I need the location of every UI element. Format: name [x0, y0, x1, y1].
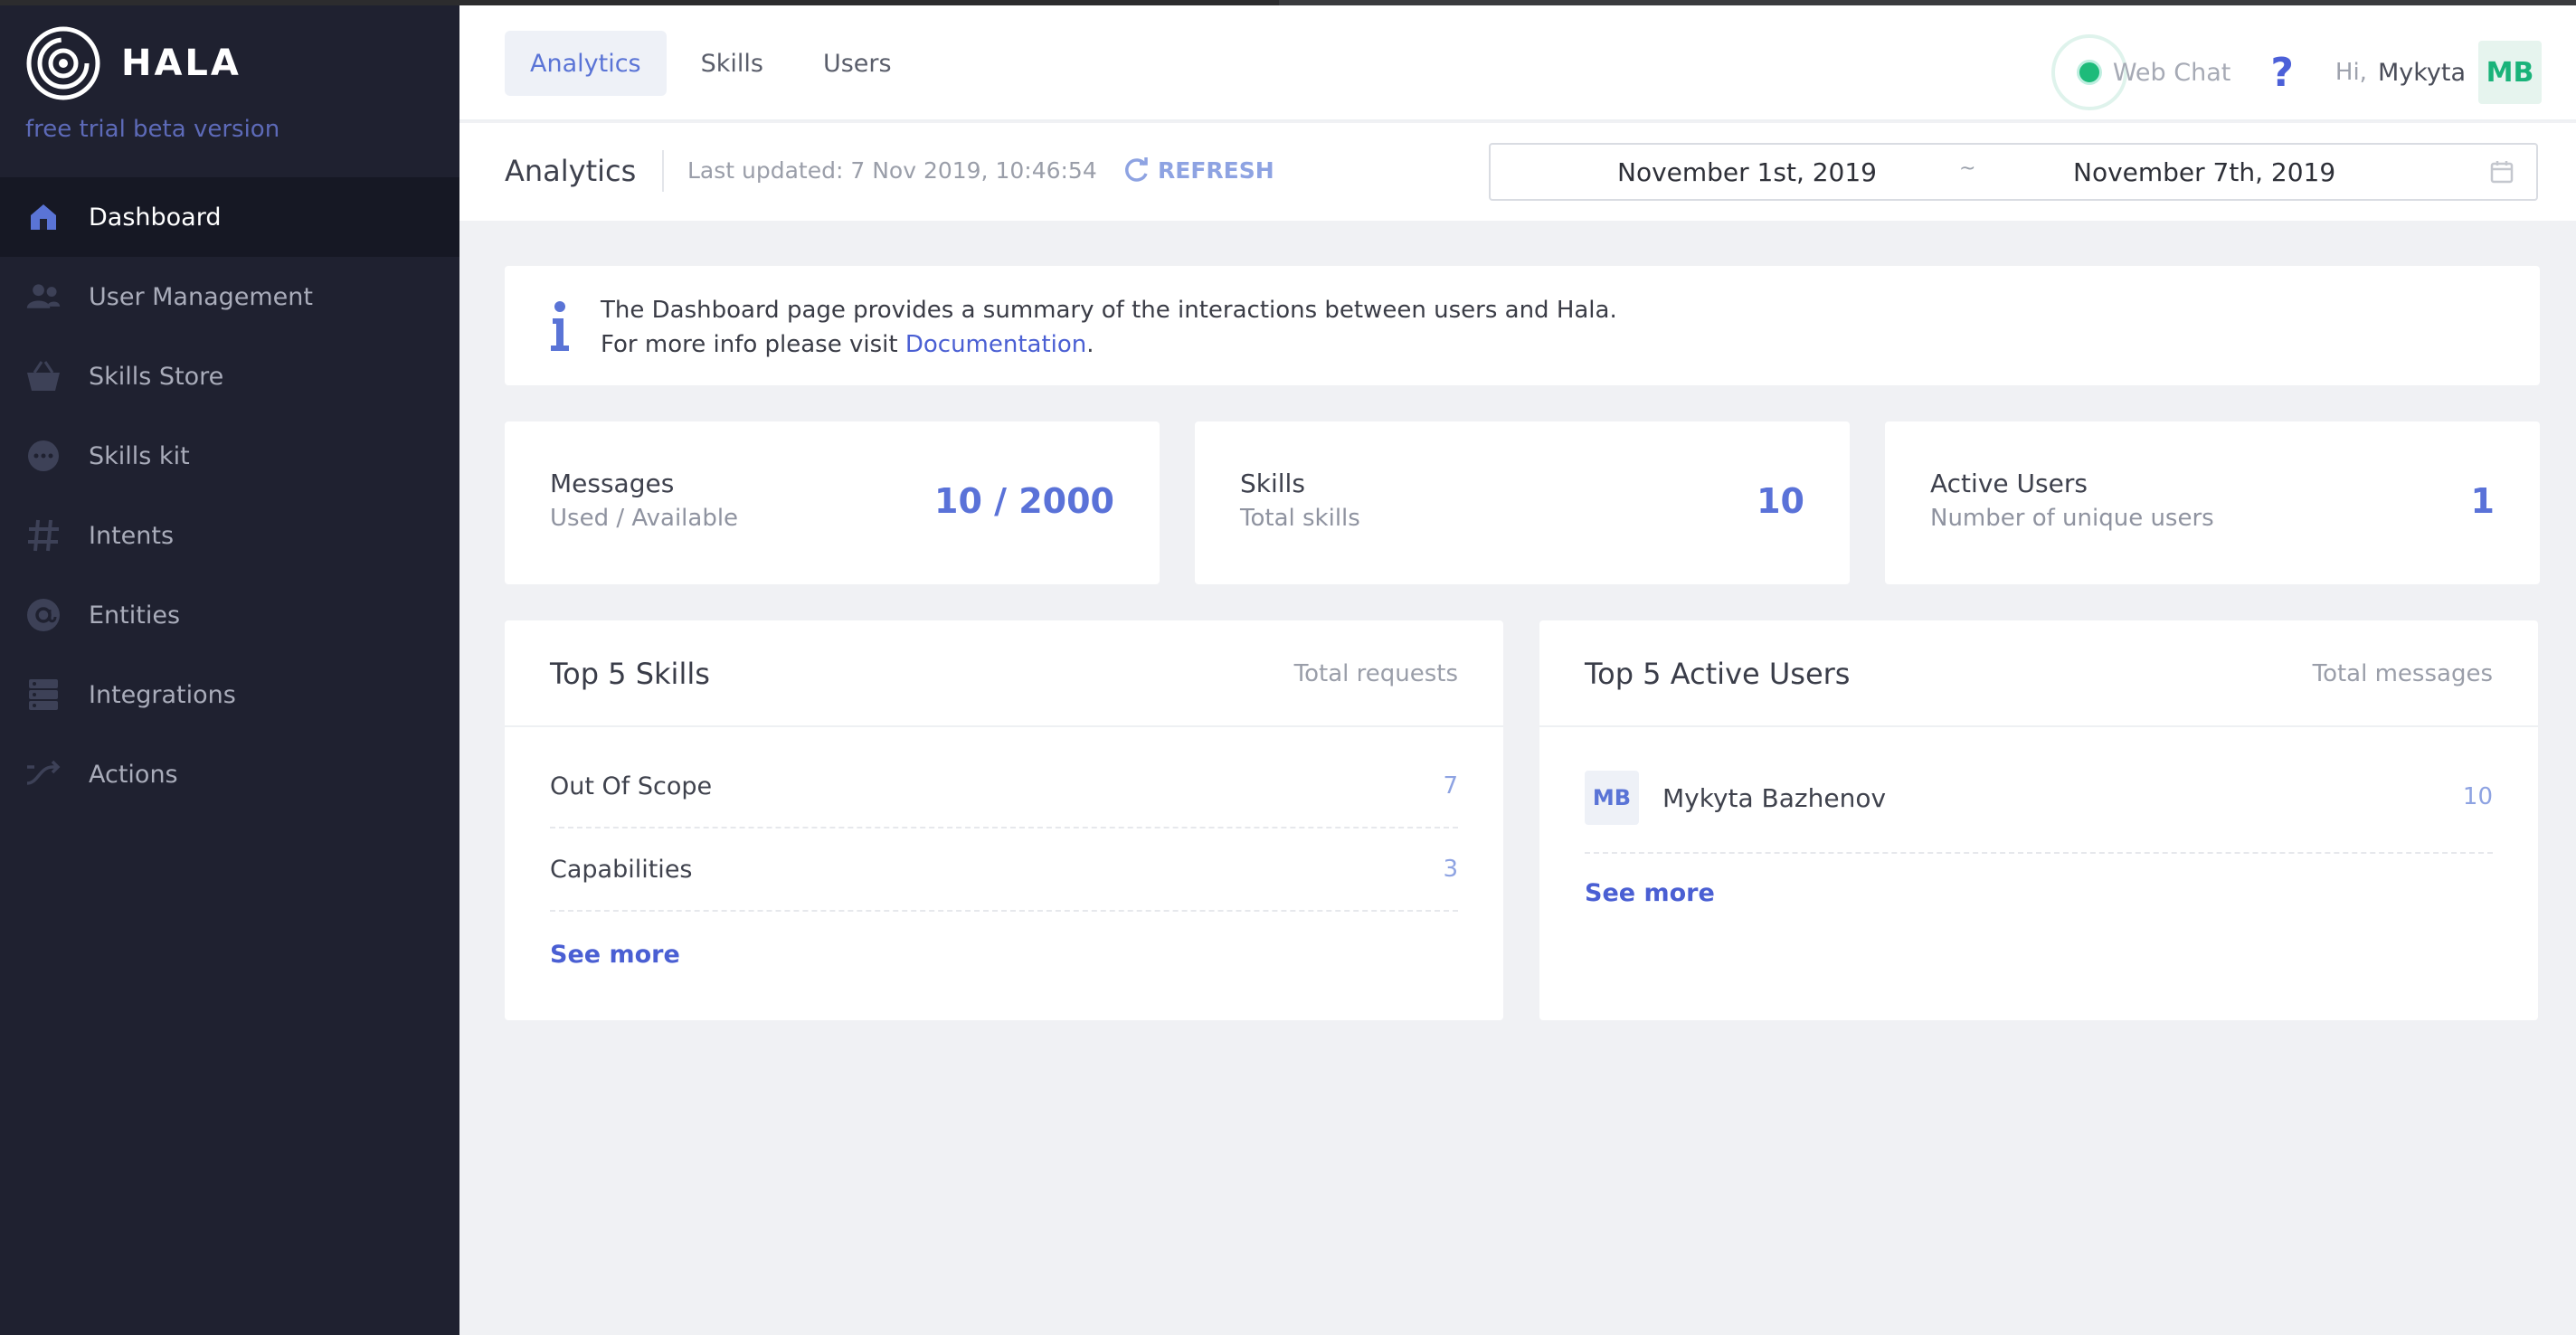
documentation-link[interactable]: Documentation [905, 331, 1086, 358]
stat-title: Active Users [1930, 469, 2088, 498]
chat-bubble-icon [25, 438, 62, 474]
date-end[interactable]: November 7th, 2019 [2073, 157, 2335, 187]
top-users-panel: Top 5 Active Users Total messages MB Myk… [1539, 620, 2538, 1020]
avatar[interactable]: MB [2478, 41, 2542, 104]
stat-value: 10 [1757, 481, 1804, 521]
info-banner: The Dashboard page provides a summary of… [505, 266, 2540, 385]
stat-title: Messages [550, 469, 675, 498]
stat-card-active-users: Active Users Number of unique users 1 [1885, 421, 2540, 584]
list-item[interactable]: MB Mykyta Bazhenov 10 [1585, 771, 2493, 854]
sidebar-item-label: Skills Store [89, 362, 224, 391]
stat-subtitle: Used / Available [550, 505, 739, 532]
sidebar-nav: Dashboard User Management Skills Store S… [0, 177, 459, 814]
user-message-count: 10 [2462, 783, 2493, 810]
sidebar-item-label: Dashboard [89, 203, 222, 232]
see-more-users-link[interactable]: See more [1585, 879, 1715, 907]
skill-count: 3 [1443, 856, 1458, 883]
refresh-icon [1125, 157, 1148, 182]
panel-title: Top 5 Active Users [1585, 657, 1851, 691]
sidebar: HALA free trial beta version Dashboard U… [0, 5, 459, 1335]
home-icon [25, 199, 62, 235]
basket-icon [25, 358, 62, 394]
tab-users[interactable]: Users [798, 31, 917, 96]
date-separator: ~ [1959, 157, 1976, 180]
date-start[interactable]: November 1st, 2019 [1617, 157, 1877, 187]
tab-analytics[interactable]: Analytics [505, 31, 667, 96]
info-line-1: The Dashboard page provides a summary of… [601, 297, 1617, 324]
skill-count: 7 [1443, 772, 1458, 800]
tab-skills[interactable]: Skills [676, 31, 789, 96]
list-item[interactable]: Out Of Scope 7 [550, 745, 1458, 828]
list-item[interactable]: Capabilities 3 [550, 828, 1458, 912]
page-title: Analytics [505, 154, 637, 188]
greeting: Hi, [2334, 59, 2367, 86]
info-line-2-suffix: . [1086, 331, 1094, 358]
skill-name: Capabilities [550, 856, 693, 884]
stat-card-messages: Messages Used / Available 10 / 2000 [505, 421, 1160, 584]
brand-subtitle: free trial beta version [25, 116, 280, 143]
sidebar-item-dashboard[interactable]: Dashboard [0, 177, 459, 257]
hash-icon [25, 517, 62, 554]
info-line-2-prefix: For more info please visit [601, 331, 905, 358]
panel-header: Top 5 Skills Total requests [505, 620, 1503, 727]
username[interactable]: Mykyta [2378, 59, 2466, 87]
sidebar-item-actions[interactable]: Actions [0, 734, 459, 814]
stat-value: 1 [2470, 481, 2495, 521]
refresh-label: REFRESH [1158, 156, 1274, 184]
top-header: Analytics Skills Users Web Chat ? Hi, My… [459, 5, 2576, 121]
server-icon [25, 677, 62, 713]
sidebar-item-user-management[interactable]: User Management [0, 257, 459, 336]
analytics-toolbar: Analytics Last updated: 7 Nov 2019, 10:4… [459, 123, 2576, 221]
user-name: Mykyta Bazhenov [1662, 783, 1887, 813]
stat-subtitle: Total skills [1240, 505, 1360, 532]
divider [662, 150, 664, 192]
brand[interactable]: HALA [25, 25, 242, 101]
sidebar-item-entities[interactable]: Entities [0, 575, 459, 655]
at-icon [25, 597, 62, 633]
sidebar-item-label: Actions [89, 760, 178, 789]
see-more-skills-link[interactable]: See more [550, 941, 680, 969]
tab-bar: Analytics Skills Users [505, 31, 926, 96]
stat-value: 10 / 2000 [934, 481, 1114, 521]
info-line-2: For more info please visit Documentation… [601, 327, 1617, 362]
sidebar-item-label: Intents [89, 521, 175, 550]
sidebar-item-intents[interactable]: Intents [0, 496, 459, 575]
info-text: The Dashboard page provides a summary of… [601, 293, 1617, 362]
sidebar-item-skills-kit[interactable]: Skills kit [0, 416, 459, 496]
refresh-button[interactable]: REFRESH [1122, 156, 1274, 185]
sidebar-item-label: Entities [89, 601, 181, 630]
info-icon [551, 301, 569, 351]
skill-name: Out Of Scope [550, 772, 713, 800]
sidebar-item-label: Skills kit [89, 441, 190, 470]
sidebar-item-label: Integrations [89, 680, 236, 709]
stat-title: Skills [1240, 469, 1305, 498]
stat-card-skills: Skills Total skills 10 [1195, 421, 1850, 584]
sidebar-item-label: User Management [89, 282, 313, 311]
date-range-picker[interactable]: November 1st, 2019 ~ November 7th, 2019 [1489, 143, 2538, 201]
help-icon[interactable]: ? [2270, 50, 2294, 96]
user-avatar: MB [1585, 771, 1639, 825]
panel-title: Top 5 Skills [550, 657, 710, 691]
shuffle-icon [25, 756, 62, 792]
sidebar-item-integrations[interactable]: Integrations [0, 655, 459, 734]
panel-header: Top 5 Active Users Total messages [1539, 620, 2538, 727]
users-icon [25, 279, 62, 315]
brand-name: HALA [121, 43, 242, 84]
hala-logo-icon [26, 26, 100, 100]
stat-subtitle: Number of unique users [1930, 505, 2214, 532]
calendar-icon[interactable] [2489, 159, 2514, 185]
panel-column-label: Total requests [1293, 660, 1458, 687]
last-updated: Last updated: 7 Nov 2019, 10:46:54 [687, 157, 1097, 184]
web-chat-label: Web Chat [2112, 58, 2231, 87]
top-skills-panel: Top 5 Skills Total requests Out Of Scope… [505, 620, 1503, 1020]
web-chat-toggle[interactable]: Web Chat [2050, 34, 2231, 110]
panel-column-label: Total messages [2312, 660, 2493, 687]
header-right: Web Chat ? Hi, Mykyta MB [2050, 34, 2542, 110]
sidebar-item-skills-store[interactable]: Skills Store [0, 336, 459, 416]
